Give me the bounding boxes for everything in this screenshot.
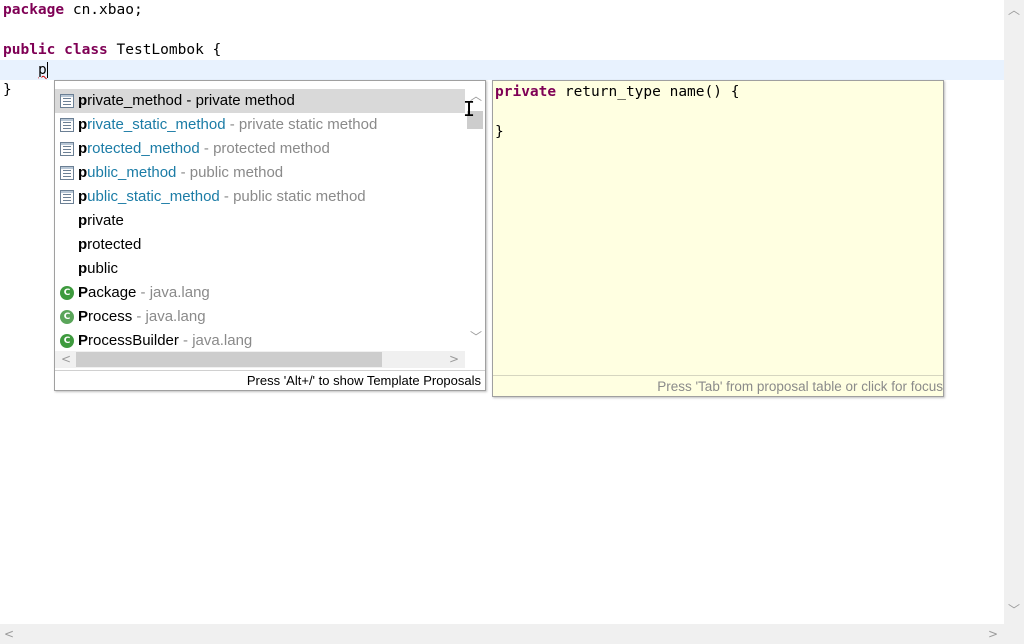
proposal-item[interactable]: public_static_method - public static met… (55, 185, 465, 209)
match-prefix: P (78, 284, 89, 301)
scrollbar-thumb[interactable] (76, 352, 382, 367)
proposal-item[interactable]: public (55, 257, 465, 281)
class-icon: C (60, 286, 74, 300)
keyword: public (3, 42, 56, 58)
proposal-name: rivate_static_method (87, 116, 226, 133)
match-prefix: p (78, 260, 88, 277)
scroll-right-icon[interactable]: > (988, 628, 998, 640)
proposal-name: rivate_method (87, 92, 183, 109)
proposal-item[interactable]: C Process - java.lang (55, 305, 465, 329)
editor-vertical-scrollbar[interactable]: ︿ ﹀ (1004, 0, 1024, 624)
keyword: package (3, 2, 65, 18)
proposal-name: ublic_method (87, 164, 177, 181)
proposal-label: Package - java.lang (78, 281, 210, 305)
proposal-description: - public static method (219, 188, 366, 205)
proposal-item[interactable]: protected (55, 233, 465, 257)
scroll-left-icon[interactable]: < (61, 353, 71, 365)
match-prefix: p (78, 92, 88, 109)
proposal-item[interactable]: protected_method - protected method (55, 137, 465, 161)
proposal-label: protected (78, 233, 141, 257)
match-prefix: p (78, 212, 88, 229)
info-code-line: private return_type name() { (495, 82, 739, 102)
typed-text: p (38, 62, 47, 78)
keyword: class (64, 42, 108, 58)
content-assist-popup: private_method - private method private_s… (54, 80, 486, 391)
proposal-name: rotected_method (87, 140, 200, 157)
template-icon (60, 142, 74, 156)
text-cursor-icon: I (463, 97, 476, 121)
template-icon (60, 94, 74, 108)
proposal-label: private_method - private method (78, 89, 295, 113)
proposal-description: - java.lang (178, 332, 253, 349)
editor-horizontal-scrollbar[interactable]: < > (0, 624, 1004, 644)
proposal-list[interactable]: private_method - private method private_s… (55, 81, 465, 351)
proposal-item[interactable]: public_method - public method (55, 161, 465, 185)
proposal-info-popup[interactable]: private return_type name() { } Press 'Ta… (492, 80, 944, 397)
proposal-item[interactable]: C ProcessBuilder - java.lang (55, 329, 465, 351)
code-line-close-brace: } (3, 82, 12, 98)
proposal-name: ublic (87, 260, 119, 277)
proposal-label: protected_method - protected method (78, 137, 330, 161)
match-prefix: p (78, 140, 88, 157)
proposal-label: public_static_method - public static met… (78, 185, 366, 209)
proposal-label: public_method - public method (78, 161, 283, 185)
template-icon (60, 118, 74, 132)
proposal-list-vertical-scrollbar[interactable]: ︿ ﹀ (465, 81, 485, 351)
proposal-name: ackage (88, 284, 137, 301)
proposal-item[interactable]: private_static_method - private static m… (55, 113, 465, 137)
match-prefix: P (78, 308, 89, 325)
proposal-label: private_static_method - private static m… (78, 113, 377, 137)
match-prefix: p (78, 188, 88, 205)
template-icon (60, 166, 74, 180)
code-text: cn.xbao; (64, 2, 143, 18)
proposal-item[interactable]: C Package - java.lang (55, 281, 465, 305)
class-icon: C (60, 334, 74, 348)
proposal-name: rocess (88, 308, 133, 325)
text-caret (47, 62, 48, 78)
proposal-description: - java.lang (132, 308, 206, 325)
proposal-list-horizontal-scrollbar[interactable]: < > (55, 351, 465, 368)
proposal-item[interactable]: private (55, 209, 465, 233)
proposal-description: - protected method (199, 140, 330, 157)
proposal-label: Process - java.lang (78, 305, 206, 329)
scroll-up-icon[interactable]: ︿ (1008, 4, 1020, 16)
code-text: TestLombok { (107, 42, 222, 58)
proposal-label: private (78, 209, 124, 233)
focus-hint: Press 'Tab' from proposal table or click… (657, 379, 943, 394)
info-code-line: } (495, 124, 504, 140)
proposal-description: - java.lang (136, 284, 210, 301)
match-prefix: p (78, 116, 88, 133)
proposal-description: - private method (182, 92, 295, 109)
template-icon (60, 190, 74, 204)
proposal-item[interactable]: private_method - private method (55, 89, 465, 113)
proposal-name: rotected (87, 236, 142, 253)
code-text: return_type name() { (556, 84, 740, 100)
match-prefix: P (78, 332, 89, 349)
popup-status-bar: Press 'Alt+/' to show Template Proposals (55, 370, 485, 391)
proposal-description: - private static method (225, 116, 378, 133)
scrollbar-corner (1004, 624, 1024, 644)
scroll-down-icon[interactable]: ﹀ (470, 331, 482, 343)
code-line-class: public class TestLombok { (3, 40, 221, 60)
template-proposals-hint: Press 'Alt+/' to show Template Proposals (246, 373, 481, 388)
match-prefix: p (78, 236, 88, 253)
code-line-package: package cn.xbao; (3, 0, 143, 20)
keyword: private (495, 84, 557, 100)
proposal-description: - public method (176, 164, 284, 181)
proposal-label: public (78, 257, 118, 281)
scroll-down-icon[interactable]: ﹀ (1008, 604, 1020, 616)
proposal-name: rocessBuilder (88, 332, 179, 349)
scroll-left-icon[interactable]: < (4, 628, 14, 640)
match-prefix: p (78, 164, 88, 181)
info-status-bar: Press 'Tab' from proposal table or click… (493, 375, 943, 396)
abstract-class-icon: C (60, 310, 74, 324)
proposal-name: rivate (87, 212, 124, 229)
proposal-label: ProcessBuilder - java.lang (78, 329, 252, 351)
proposal-name: ublic_static_method (87, 188, 220, 205)
scroll-right-icon[interactable]: > (449, 353, 459, 365)
current-line-highlight (0, 60, 1004, 80)
